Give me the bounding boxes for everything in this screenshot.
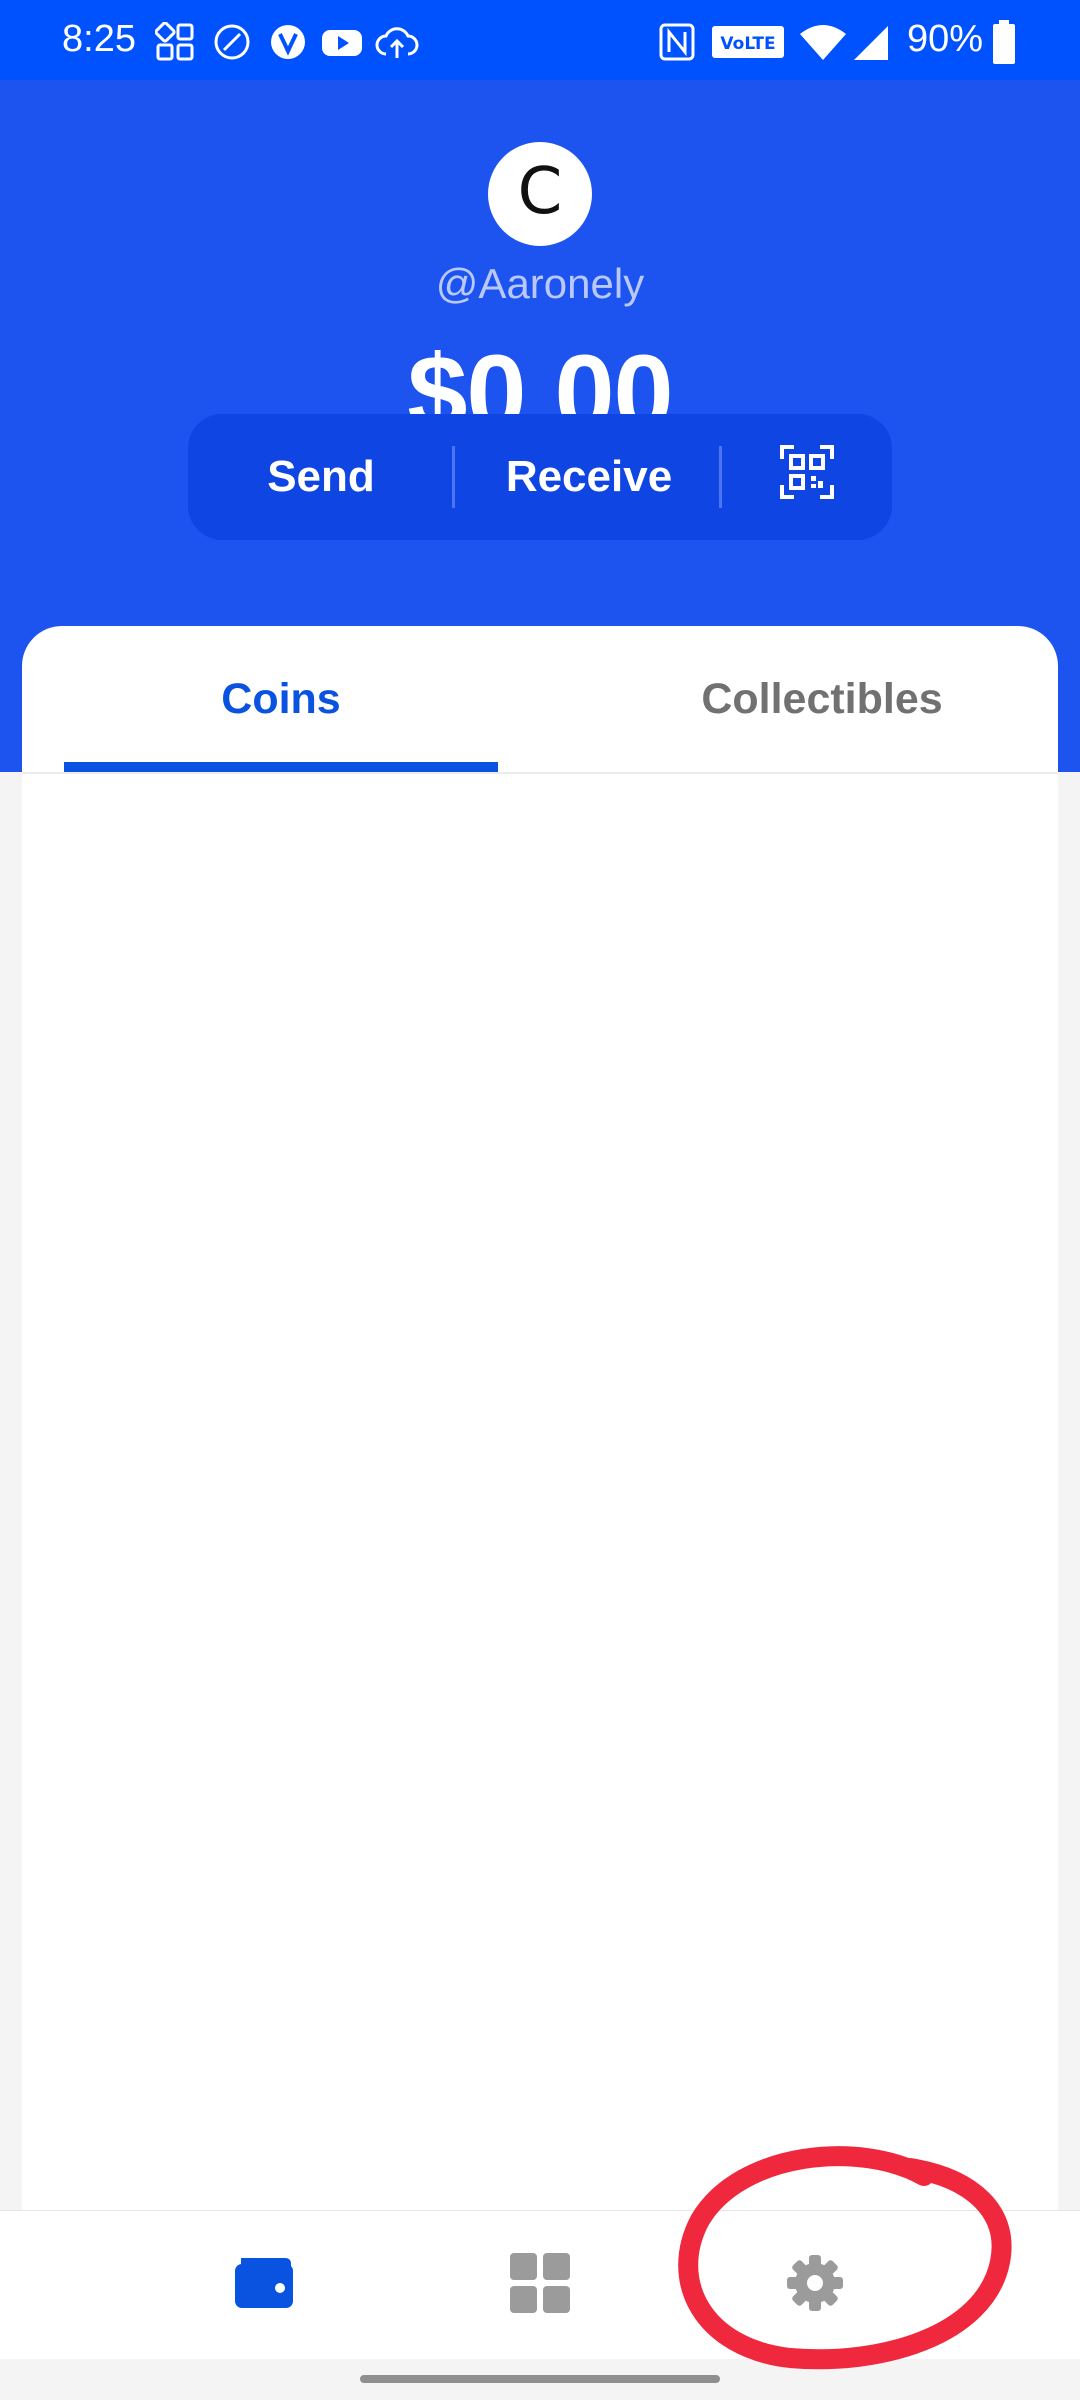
wallet-icon bbox=[233, 2256, 295, 2315]
action-bar: Send Receive bbox=[188, 414, 892, 540]
volte-icon: VoLTE bbox=[712, 26, 784, 63]
cloud-upload-icon bbox=[374, 22, 420, 67]
grid-icon bbox=[510, 2252, 570, 2318]
battery-percentage: 90% bbox=[907, 18, 984, 60]
username: @Aaronely bbox=[435, 260, 645, 307]
nav-settings[interactable] bbox=[745, 2211, 885, 2359]
circle-slash-icon bbox=[212, 22, 252, 67]
tab-collectibles-label: Collectibles bbox=[701, 674, 943, 723]
divider bbox=[452, 446, 455, 508]
battery-icon bbox=[993, 20, 1015, 69]
qr-scan-icon bbox=[779, 444, 835, 511]
gear-icon bbox=[786, 2254, 844, 2317]
status-bar: 8:25 VoLTE 90% bbox=[0, 0, 1080, 80]
qr-scan-button[interactable] bbox=[722, 414, 892, 540]
nav-wallet[interactable] bbox=[194, 2211, 334, 2359]
receive-button[interactable]: Receive bbox=[456, 414, 722, 540]
send-button[interactable]: Send bbox=[188, 414, 454, 540]
tab-coins[interactable]: Coins bbox=[64, 626, 498, 772]
wifi-icon bbox=[798, 22, 848, 67]
bottom-navigation bbox=[0, 2210, 1080, 2359]
tab-coins-label: Coins bbox=[221, 674, 341, 723]
gesture-bar bbox=[360, 2375, 720, 2383]
v-icon bbox=[268, 22, 308, 67]
nfc-icon bbox=[658, 22, 696, 67]
avatar-letter: C bbox=[517, 155, 563, 229]
tab-collectibles[interactable]: Collectibles bbox=[582, 626, 1062, 772]
receive-label: Receive bbox=[505, 452, 673, 501]
volte-label: VoLTE bbox=[720, 34, 775, 54]
nav-dapps[interactable] bbox=[470, 2211, 610, 2359]
status-time: 8:25 bbox=[62, 18, 136, 60]
tab-divider bbox=[22, 772, 1058, 774]
widgets-icon bbox=[154, 21, 195, 67]
assets-card: Coins Collectibles bbox=[22, 626, 1058, 2226]
active-tab-indicator bbox=[64, 762, 498, 772]
youtube-icon bbox=[320, 22, 364, 67]
avatar[interactable]: C bbox=[488, 142, 592, 246]
send-label: Send bbox=[267, 452, 375, 501]
signal-icon bbox=[852, 22, 892, 67]
